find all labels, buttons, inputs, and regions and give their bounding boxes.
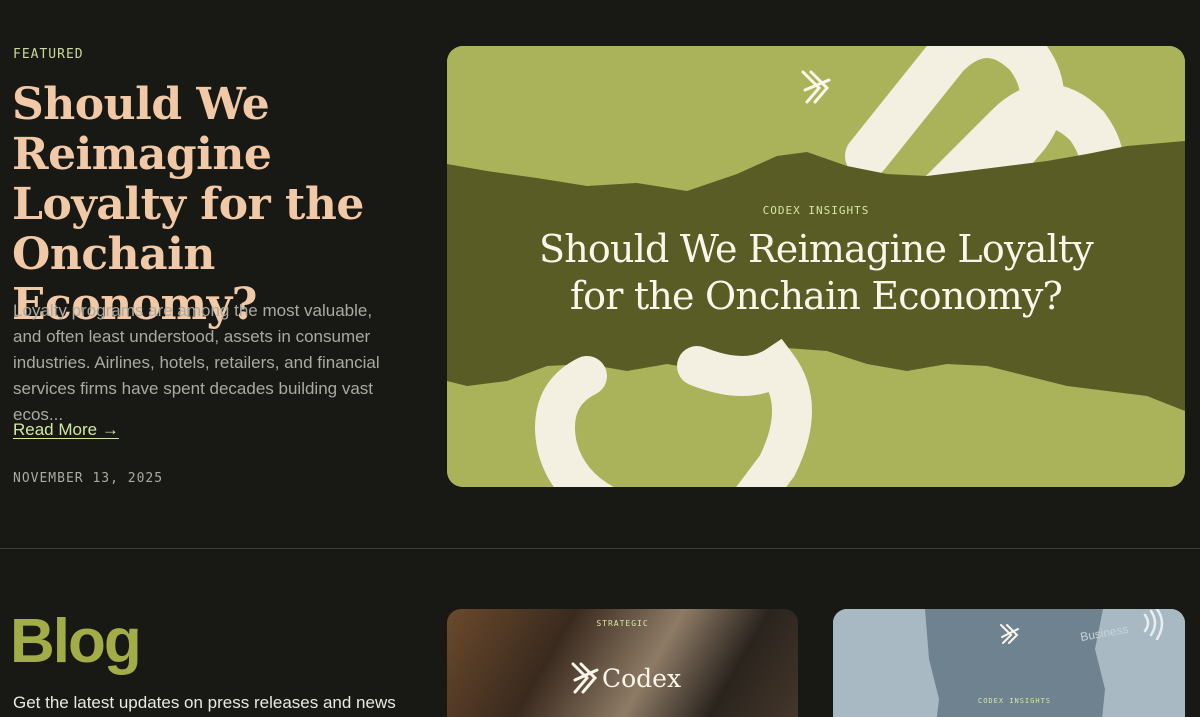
codex-logo-icon xyxy=(571,662,599,694)
card-kicker: STRATEGIC xyxy=(596,619,649,628)
featured-excerpt: Loyalty programs are among the most valu… xyxy=(13,301,380,424)
card-kicker: CODEX INSIGHTS xyxy=(978,697,1052,705)
featured-title[interactable]: Should We Reimagine Loyalty for the Onch… xyxy=(12,80,432,330)
blog-card-strategic[interactable]: STRATEGIC Codex xyxy=(447,609,798,717)
featured-date: NOVEMBER 13, 2025 xyxy=(13,471,164,486)
featured-image-card[interactable]: CODEX INSIGHTS Should We Reimagine Loyal… xyxy=(447,46,1185,487)
hero-kicker: CODEX INSIGHTS xyxy=(762,204,870,217)
blog-card-insights[interactable]: Business CODEX INSIGHTS xyxy=(833,609,1185,717)
featured-label: FEATURED xyxy=(13,47,84,62)
read-more-link[interactable]: Read More → xyxy=(13,420,119,440)
hero-card-title: Should We Reimagine Loyalty for the Onch… xyxy=(539,227,1094,318)
section-divider xyxy=(0,548,1200,549)
codex-wordmark: Codex xyxy=(602,664,682,693)
blog-title: Blog xyxy=(10,607,142,676)
blog-subtitle: Get the latest updates on press releases… xyxy=(13,693,396,712)
